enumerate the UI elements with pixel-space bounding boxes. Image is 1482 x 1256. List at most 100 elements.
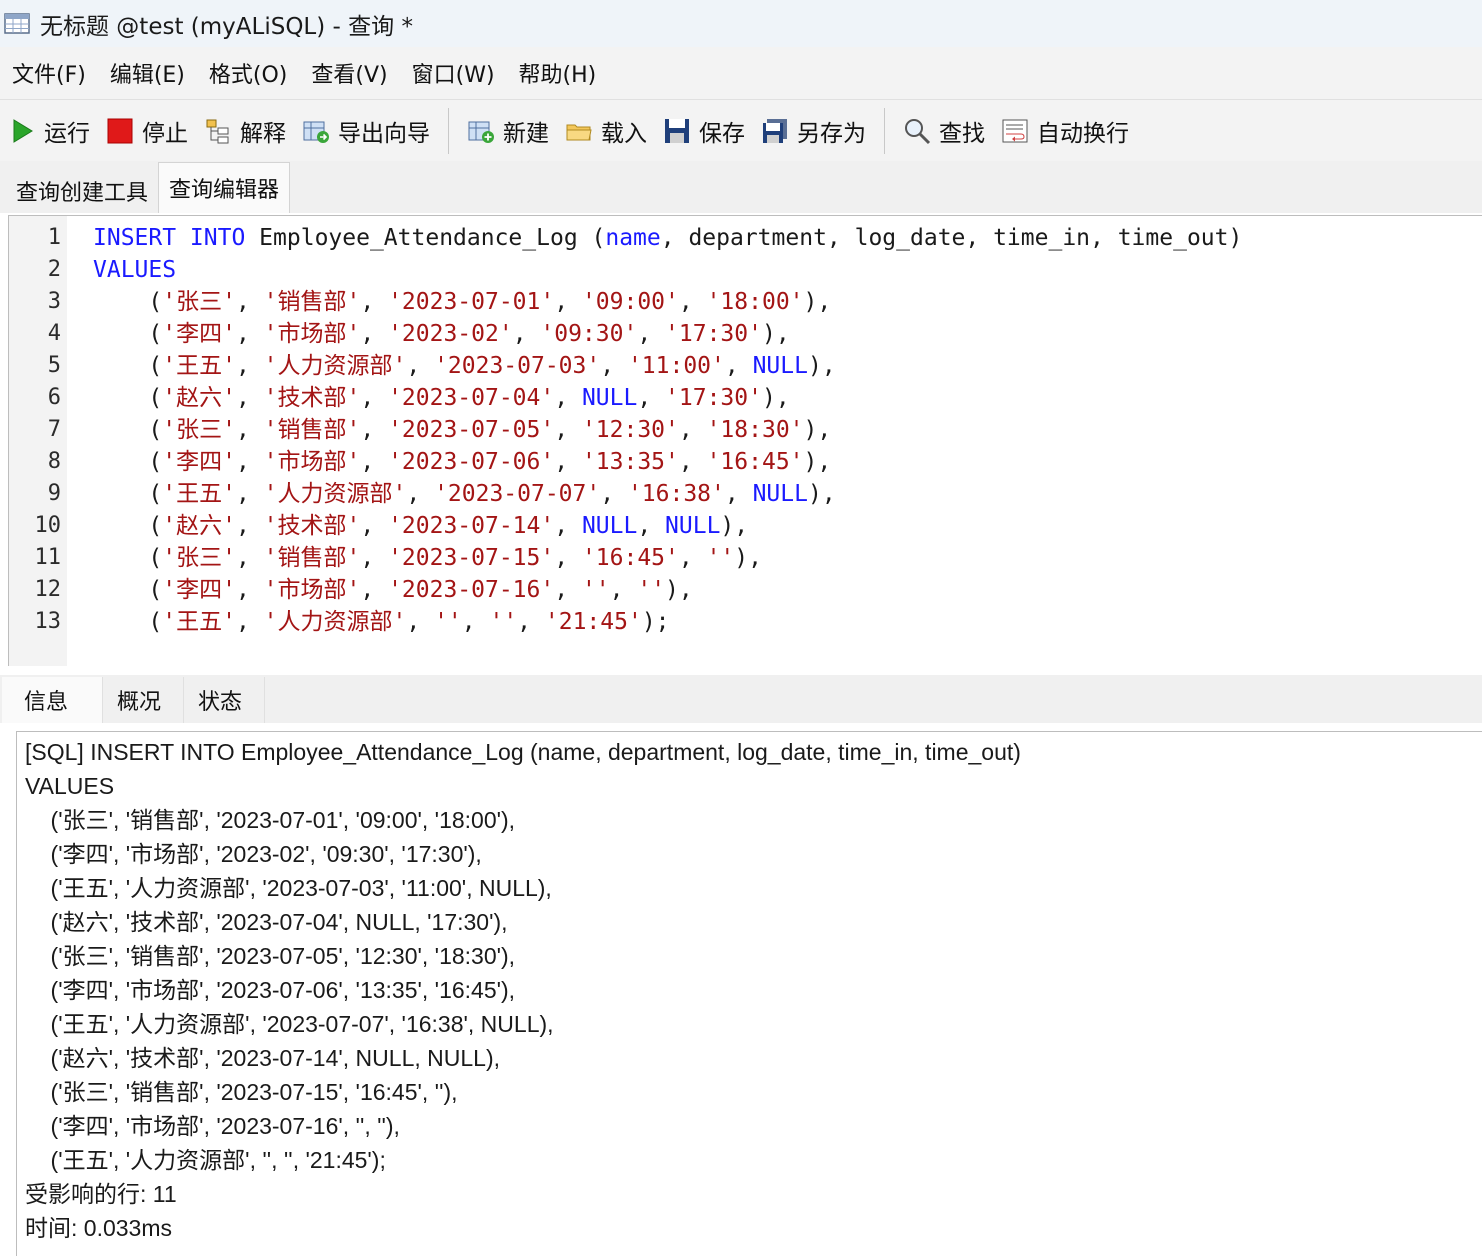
code-text: ('赵六', '技术部', '2023-07-14', NULL, NULL), — [93, 510, 748, 542]
sql-keyword: NULL — [581, 513, 638, 539]
menu-bar: 文件(F) 编辑(E) 格式(O) 查看(V) 窗口(W) 帮助(H) — [0, 47, 1482, 99]
toolbar: 运行 停止 解释 导出向导 新建 载入 保存 另存为 查找 自动换行 — [0, 99, 1482, 163]
sql-string: '市场部' — [263, 449, 361, 475]
line-number: 1 — [47, 225, 61, 250]
menu-help[interactable]: 帮助(H) — [519, 57, 597, 89]
tab-info[interactable]: 信息 — [2, 677, 104, 723]
message-line: 受影响的行: 11 — [25, 1181, 177, 1207]
word-wrap-button[interactable]: 自动换行 — [993, 108, 1137, 154]
sql-keyword: NULL — [581, 385, 638, 411]
menu-edit[interactable]: 编辑(E) — [110, 57, 185, 89]
message-line: ('王五', '人力资源部', '2023-07-07', '16:38', N… — [25, 1011, 554, 1037]
code-text: ('赵六', '技术部', '2023-07-04', NULL, '17:30… — [93, 382, 789, 414]
sql-string: '18:30' — [706, 417, 804, 443]
sql-string: '张三' — [162, 289, 236, 315]
sql-text: ), — [803, 289, 832, 315]
menu-file[interactable]: 文件(F) — [12, 57, 86, 89]
window-title: 无标题 @test (myALiSQL) - 查询 * — [40, 13, 413, 40]
message-line: ('赵六', '技术部', '2023-07-04', NULL, '17:30… — [25, 909, 508, 935]
message-panel[interactable]: [SQL] INSERT INTO Employee_Attendance_Lo… — [16, 731, 1482, 1256]
sql-string: '17:30' — [665, 385, 762, 411]
sql-string: '王五' — [162, 353, 236, 379]
sql-text: ( — [93, 577, 163, 603]
code-text: ('李四', '市场部', '2023-07-06', '13:35', '16… — [93, 446, 831, 478]
message-line: ('张三', '销售部', '2023-07-05', '12:30', '18… — [25, 943, 516, 969]
word-wrap-icon — [1001, 117, 1029, 145]
save-as-icon — [761, 117, 789, 145]
code-text: INSERT INTO Employee_Attendance_Log (nam… — [93, 222, 1242, 254]
sql-text: ), — [720, 513, 749, 539]
line-number: 10 — [34, 513, 62, 538]
line-number: 12 — [34, 577, 62, 602]
sql-text: , — [235, 449, 264, 475]
sql-editor[interactable]: 1 INSERT INTO Employee_Attendance_Log (na… — [8, 215, 1482, 666]
new-query-icon — [467, 117, 495, 145]
load-label: 载入 — [601, 121, 647, 147]
toolbar-separator — [884, 108, 885, 154]
menu-window[interactable]: 窗口(W) — [412, 57, 495, 89]
sql-keyword: INSERT INTO — [93, 225, 246, 251]
sql-text: ), — [807, 353, 836, 379]
toolbar-separator — [448, 108, 449, 154]
export-icon — [302, 117, 330, 145]
sql-string: '2023-07-04' — [388, 385, 555, 411]
sql-string: '2023-07-07' — [434, 481, 601, 507]
sql-text: , — [554, 449, 582, 475]
tab-status[interactable]: 状态 — [184, 677, 266, 723]
play-icon — [8, 117, 36, 145]
export-wizard-button[interactable]: 导出向导 — [294, 108, 438, 154]
load-button[interactable]: 载入 — [557, 108, 655, 154]
sql-text: , — [554, 417, 582, 443]
tab-query-builder[interactable]: 查询创建工具 — [6, 169, 158, 213]
sql-text: ), — [803, 449, 832, 475]
message-line: ('张三', '销售部', '2023-07-01', '09:00', '18… — [25, 807, 516, 833]
sql-string: '李四' — [162, 577, 236, 603]
new-button[interactable]: 新建 — [459, 108, 557, 154]
sql-text: , — [554, 577, 582, 603]
code-text: ('王五', '人力资源部', '', '', '21:45'); — [93, 606, 669, 638]
code-text: ('张三', '销售部', '2023-07-05', '12:30', '18… — [93, 414, 831, 446]
sql-text: ( — [93, 321, 163, 347]
sql-keyword: NULL — [752, 353, 808, 379]
sql-text: , — [600, 353, 628, 379]
sql-text: , — [609, 577, 638, 603]
sql-text: , — [406, 481, 435, 507]
sql-string: '赵六' — [162, 385, 236, 411]
explain-button[interactable]: 解释 — [196, 108, 294, 154]
stop-button[interactable]: 停止 — [98, 108, 196, 154]
sql-text: , — [517, 609, 545, 635]
message-line: ('李四', '市场部', '2023-02', '09:30', '17:30… — [25, 841, 482, 867]
sql-text: , — [360, 385, 389, 411]
line-number: 2 — [47, 257, 61, 282]
sql-string: '21:45' — [544, 609, 642, 635]
sql-string: '' — [434, 609, 462, 635]
run-button[interactable]: 运行 — [0, 108, 98, 154]
find-button[interactable]: 查找 — [895, 108, 993, 154]
line-number: 5 — [47, 353, 61, 378]
line-number: 3 — [47, 289, 61, 314]
sql-text: , — [360, 545, 389, 571]
menu-view[interactable]: 查看(V) — [311, 57, 387, 89]
sql-string: '11:00' — [627, 353, 725, 379]
sql-text: , — [235, 577, 264, 603]
title-bar: 无标题 @test (myALiSQL) - 查询 * — [0, 0, 1482, 47]
sql-string: '2023-07-15' — [388, 545, 555, 571]
save-as-button[interactable]: 另存为 — [753, 108, 874, 154]
sql-string: '市场部' — [263, 577, 361, 603]
sql-text: ), — [734, 545, 762, 571]
sql-string: '销售部' — [263, 545, 361, 571]
line-number: 9 — [47, 481, 61, 506]
query-table-icon — [4, 12, 32, 36]
menu-format[interactable]: 格式(O) — [209, 57, 287, 89]
sql-text: , — [637, 513, 666, 539]
sql-string: '16:45' — [706, 449, 804, 475]
sql-text: ), — [761, 321, 790, 347]
tab-query-editor[interactable]: 查询编辑器 — [158, 162, 291, 213]
sql-string: '市场部' — [263, 321, 361, 347]
sql-text: , — [461, 609, 490, 635]
sql-text: , — [554, 385, 582, 411]
sql-string: '人力资源部' — [263, 609, 407, 635]
new-label: 新建 — [503, 121, 549, 147]
save-button[interactable]: 保存 — [655, 108, 753, 154]
tab-profile[interactable]: 概况 — [103, 677, 185, 723]
